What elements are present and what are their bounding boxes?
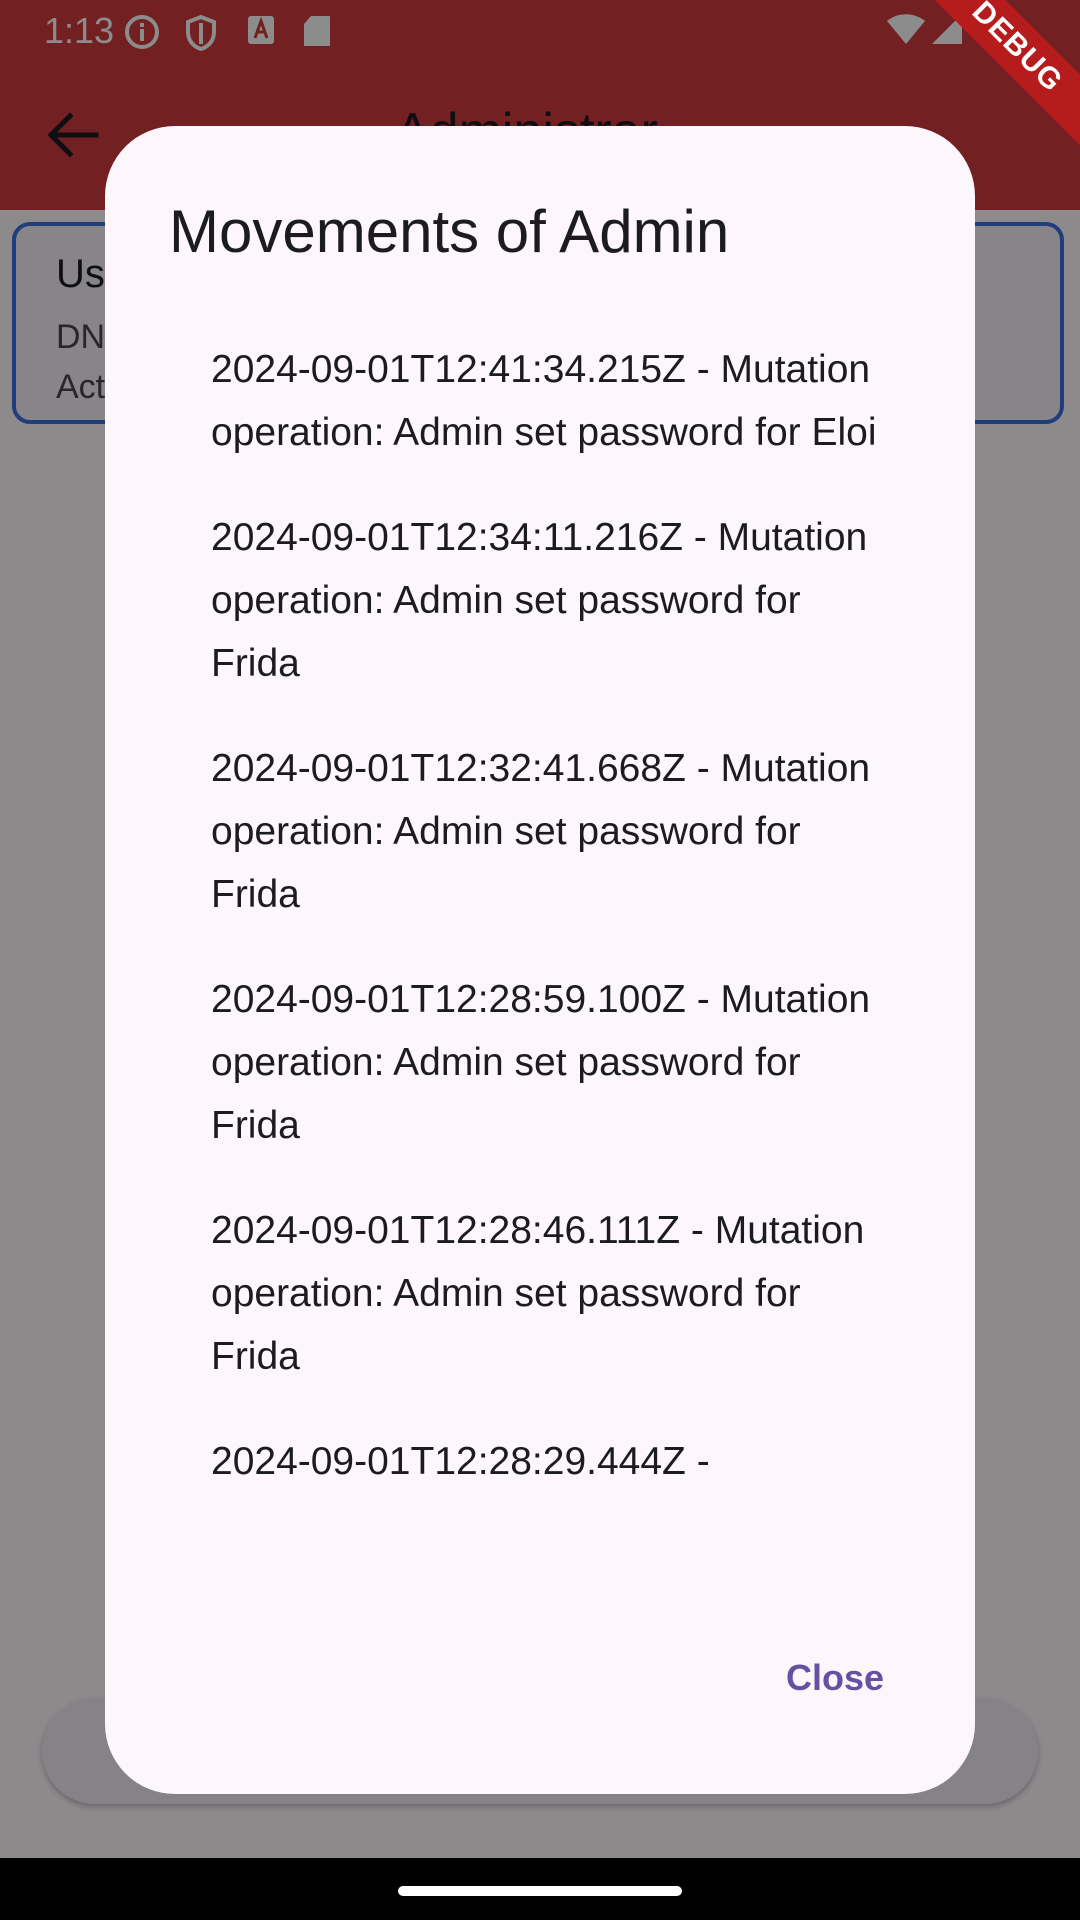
- movements-list: 2024-09-01T12:41:34.215Z - Mutation oper…: [211, 338, 891, 1493]
- movement-item: 2024-09-01T12:28:46.111Z - Mutation oper…: [211, 1209, 865, 1378]
- movements-dialog: Movements of Admin 2024-09-01T12:41:34.2…: [105, 126, 975, 1794]
- close-button[interactable]: Close: [755, 1638, 915, 1718]
- movements-scroll-area[interactable]: 2024-09-01T12:41:34.215Z - Mutation oper…: [211, 338, 891, 1692]
- movement-item: 2024-09-01T12:28:59.100Z - Mutation oper…: [211, 978, 871, 1147]
- movement-item: 2024-09-01T12:32:41.668Z - Mutation oper…: [211, 747, 871, 916]
- movement-item: 2024-09-01T12:34:11.216Z - Mutation oper…: [211, 516, 868, 685]
- movement-item: 2024-09-01T12:28:29.444Z -: [211, 1440, 710, 1483]
- movement-item: 2024-09-01T12:41:34.215Z - Mutation oper…: [211, 348, 877, 454]
- dialog-title: Movements of Admin: [169, 198, 730, 265]
- home-gesture-handle[interactable]: [398, 1886, 682, 1896]
